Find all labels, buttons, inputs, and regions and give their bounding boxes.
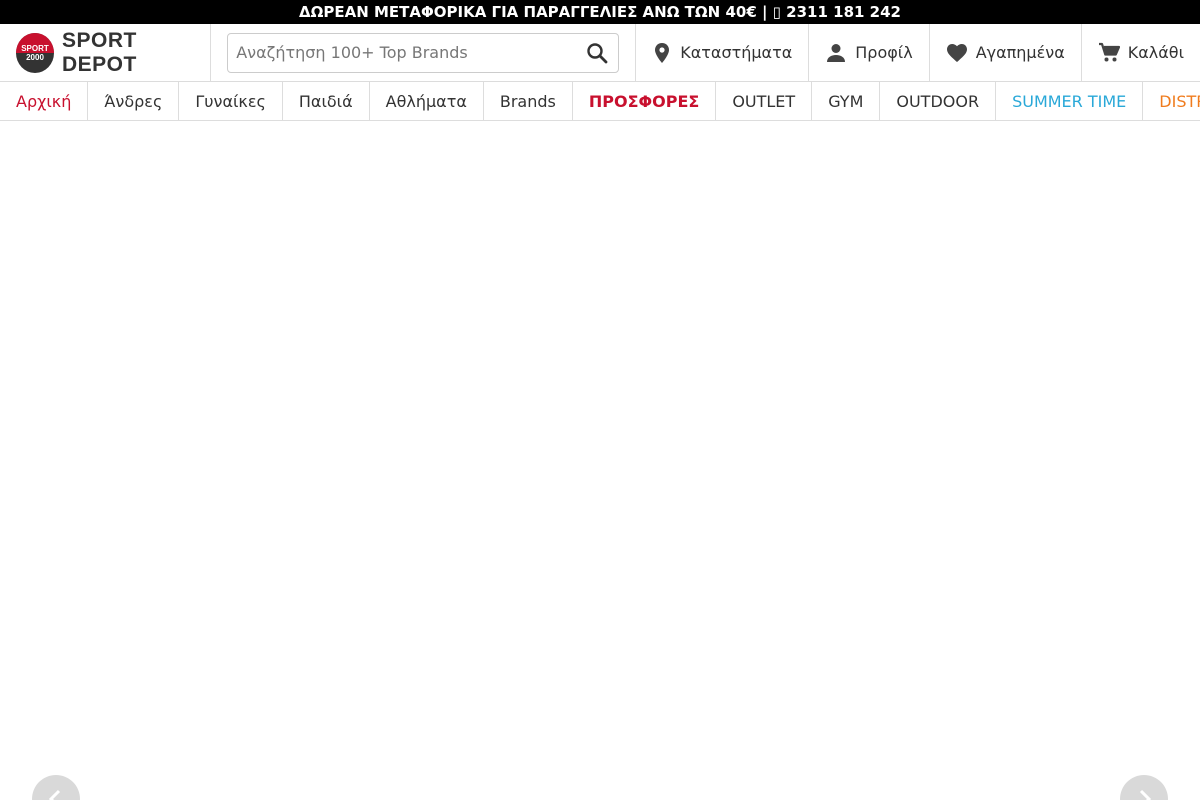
nav-item-6[interactable]: ΠΡΟΣΦΟΡΕΣ xyxy=(573,82,717,120)
main-nav: Αρχική Άνδρες Γυναίκες Παιδιά Αθλήματα Brands… xyxy=(0,82,1200,121)
nav-item-7[interactable]: OUTLET xyxy=(716,82,813,120)
chevron-right-icon xyxy=(1139,789,1152,800)
carousel-prev-button[interactable] xyxy=(32,775,80,800)
site-header: SPORT 2000 SPORT DEPOT Καταστήματα Προφί… xyxy=(0,24,1200,82)
chevron-left-icon xyxy=(48,789,61,800)
cart-icon xyxy=(1098,42,1120,61)
search-input[interactable] xyxy=(236,43,585,62)
nav-item-8[interactable]: GYM xyxy=(812,82,881,120)
nav-item-1[interactable]: Άνδρες xyxy=(88,82,180,120)
nav-item-0[interactable]: Αρχική xyxy=(0,82,89,120)
profile-label: Προφίλ xyxy=(855,43,913,62)
wishlist-link[interactable]: Αγαπημένα xyxy=(930,24,1082,81)
promo-text: ΔΩΡΕΑΝ ΜΕΤΑΦΟΡΙΚΑ ΓΙΑ ΠΑΡΑΓΓΕΛΙΕΣ ΑΝΩ ΤΩ… xyxy=(299,3,901,21)
profile-link[interactable]: Προφίλ xyxy=(809,24,930,81)
logo-badge-top: SPORT xyxy=(21,43,49,53)
search-icon[interactable] xyxy=(584,40,610,66)
heart-icon xyxy=(946,43,967,62)
cart-label: Καλάθι xyxy=(1127,43,1184,62)
logo-badge: SPORT 2000 xyxy=(16,32,54,73)
stores-label: Καταστήματα xyxy=(680,43,793,62)
search-area xyxy=(211,24,637,81)
nav-item-9[interactable]: OUTDOOR xyxy=(880,82,997,120)
logo-badge-bottom: 2000 xyxy=(26,52,44,62)
nav-item-2[interactable]: Γυναίκες xyxy=(179,82,283,120)
nav-item-5[interactable]: Brands xyxy=(484,82,573,120)
stores-link[interactable]: Καταστήματα xyxy=(636,24,810,81)
promo-bar: ΔΩΡΕΑΝ ΜΕΤΑΦΟΡΙΚΑ ΓΙΑ ΠΑΡΑΓΓΕΛΙΕΣ ΑΝΩ ΤΩ… xyxy=(0,0,1200,24)
carousel-next-button[interactable] xyxy=(1120,775,1168,800)
logo-text: SPORT DEPOT xyxy=(62,28,137,76)
nav-item-4[interactable]: Αθλήματα xyxy=(370,82,484,120)
nav-item-11[interactable]: DISTRICT xyxy=(1143,82,1200,120)
nav-item-10[interactable]: SUMMER TIME xyxy=(996,82,1144,120)
location-pin-icon xyxy=(655,42,670,63)
person-icon xyxy=(827,43,846,62)
cart-link[interactable]: Καλάθι xyxy=(1082,24,1200,81)
search-box xyxy=(227,32,620,73)
logo[interactable]: SPORT 2000 SPORT DEPOT xyxy=(0,24,212,81)
nav-item-3[interactable]: Παιδιά xyxy=(283,82,370,120)
wishlist-label: Αγαπημένα xyxy=(975,43,1065,62)
hero-area xyxy=(0,121,1200,800)
